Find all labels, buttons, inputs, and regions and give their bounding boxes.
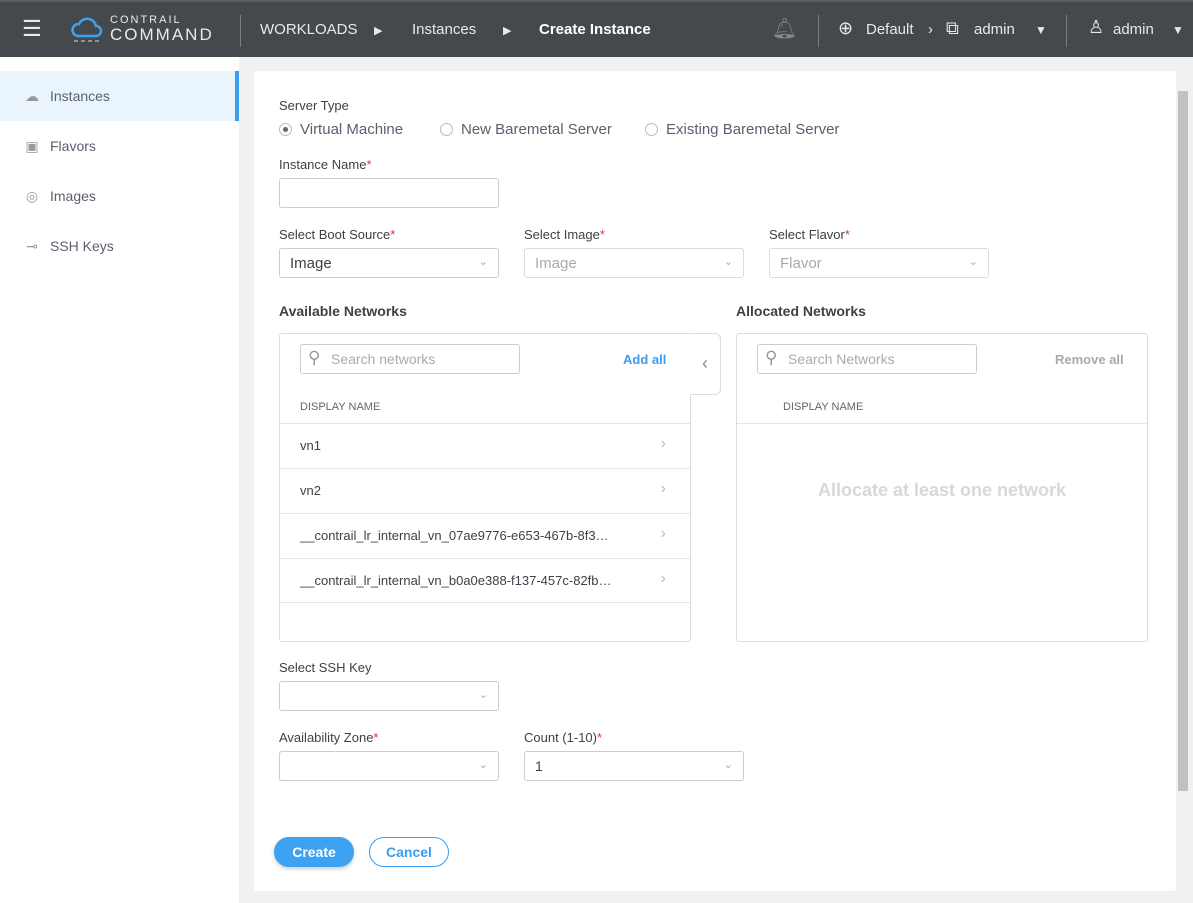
available-networks-search[interactable]: ⚲ Search networks bbox=[300, 344, 520, 374]
chevron-right-icon: › bbox=[660, 435, 666, 452]
key-icon: ⊸ bbox=[26, 238, 38, 254]
search-icon: ⚲ bbox=[308, 348, 321, 367]
breadcrumb-arrow-icon: ▶ bbox=[503, 25, 512, 37]
network-row[interactable]: vn2 › bbox=[280, 468, 690, 513]
flavor-icon: ▣ bbox=[25, 138, 39, 154]
radio-existing-baremetal[interactable]: Existing Baremetal Server bbox=[645, 121, 839, 138]
chevron-down-icon: ⌄ bbox=[478, 759, 488, 771]
availability-zone-select[interactable]: ⌄ bbox=[279, 751, 499, 781]
bell-icon[interactable]: 🔔︎ bbox=[772, 16, 797, 41]
chevron-down-icon: ⌄ bbox=[478, 256, 488, 268]
radio-new-baremetal[interactable]: New Baremetal Server bbox=[440, 121, 612, 138]
server-type-label: Server Type bbox=[279, 98, 349, 113]
chevron-left-icon[interactable]: ‹ bbox=[690, 333, 721, 395]
chevron-right-icon: › bbox=[660, 570, 666, 587]
cancel-button[interactable]: Cancel bbox=[369, 837, 449, 867]
count-label: Count (1-10)* bbox=[524, 730, 603, 745]
empty-state-text: Allocate at least one network bbox=[817, 480, 1067, 500]
allocated-networks-title: Allocated Networks bbox=[736, 303, 866, 319]
logo[interactable]: CONTRAIL COMMAND bbox=[70, 14, 212, 49]
search-icon: ⚲ bbox=[765, 348, 778, 367]
allocated-networks-panel: ⚲ Search Networks Remove all DISPLAY NAME… bbox=[736, 333, 1148, 642]
domain-icon: ⊕ bbox=[838, 18, 854, 38]
breadcrumb-current: Create Instance bbox=[539, 21, 651, 38]
user-icon: ♙ bbox=[1088, 17, 1105, 37]
radio-virtual-machine[interactable]: Virtual Machine bbox=[279, 121, 403, 138]
flavor-select[interactable]: Flavor ⌄ bbox=[769, 248, 989, 278]
cloud-icon bbox=[71, 17, 103, 42]
chevron-down-icon: ⌄ bbox=[478, 689, 488, 701]
chevron-right-icon: › bbox=[660, 525, 666, 542]
instance-name-input[interactable] bbox=[279, 178, 499, 208]
available-networks-panel: ⚲ Search networks Add all DISPLAY NAME vn… bbox=[279, 333, 691, 642]
create-button[interactable]: Create bbox=[274, 837, 354, 867]
image-select[interactable]: Image ⌄ bbox=[524, 248, 744, 278]
instance-name-label: Instance Name* bbox=[279, 157, 372, 172]
user-menu[interactable]: admin bbox=[1113, 21, 1154, 38]
ssh-key-label: Select SSH Key bbox=[279, 660, 372, 675]
network-row[interactable]: __contrail_lr_internal_vn_07ae9776-e653-… bbox=[280, 513, 690, 558]
sidebar-item-flavors[interactable]: ▣ Flavors bbox=[0, 121, 239, 171]
menu-icon[interactable]: ☰ bbox=[22, 16, 42, 42]
add-all-button[interactable]: Add all bbox=[623, 352, 666, 367]
allocated-networks-search[interactable]: ⚲ Search Networks bbox=[757, 344, 977, 374]
boot-source-select[interactable]: Image ⌄ bbox=[279, 248, 499, 278]
sidebar-item-images[interactable]: ◎ Images bbox=[0, 171, 239, 221]
top-bar: ☰ CONTRAIL COMMAND WORKLOADS ▶ Instances… bbox=[0, 0, 1193, 57]
image-label: Select Image* bbox=[524, 227, 605, 242]
sidebar: ☁ Instances ▣ Flavors ◎ Images ⊸ SSH Keys bbox=[0, 57, 239, 903]
domain-selector[interactable]: Default bbox=[866, 21, 914, 38]
project-selector[interactable]: admin bbox=[974, 21, 1015, 38]
breadcrumb-instances[interactable]: Instances bbox=[412, 21, 476, 38]
flavor-label: Select Flavor* bbox=[769, 227, 850, 242]
disc-icon: ◎ bbox=[25, 188, 39, 204]
boot-source-label: Select Boot Source* bbox=[279, 227, 396, 242]
project-icon: ⧉ bbox=[946, 18, 959, 38]
chevron-down-icon[interactable]: ▼ bbox=[1035, 23, 1047, 37]
scrollbar[interactable] bbox=[1176, 71, 1190, 816]
breadcrumb-arrow-icon: ▶ bbox=[374, 25, 383, 37]
column-header-display-name: DISPLAY NAME bbox=[783, 401, 864, 413]
chevron-down-icon: ⌄ bbox=[968, 256, 978, 268]
chevron-down-icon: ⌄ bbox=[723, 256, 733, 268]
chevron-right-icon: › bbox=[928, 21, 933, 38]
ssh-key-select[interactable]: ⌄ bbox=[279, 681, 499, 711]
sidebar-item-instances[interactable]: ☁ Instances bbox=[0, 71, 239, 121]
instances-icon: ☁ bbox=[25, 88, 39, 104]
breadcrumb-workloads[interactable]: WORKLOADS bbox=[260, 21, 358, 38]
chevron-down-icon[interactable]: ▼ bbox=[1172, 23, 1184, 37]
network-row[interactable]: vn1 › bbox=[280, 423, 690, 468]
availability-zone-label: Availability Zone* bbox=[279, 730, 379, 745]
network-row[interactable]: __contrail_lr_internal_vn_b0a0e388-f137-… bbox=[280, 558, 690, 603]
remove-all-button[interactable]: Remove all bbox=[1055, 352, 1124, 367]
scrollbar-thumb[interactable] bbox=[1178, 91, 1188, 791]
sidebar-item-ssh-keys[interactable]: ⊸ SSH Keys bbox=[0, 221, 239, 271]
available-networks-title: Available Networks bbox=[279, 303, 407, 319]
column-header-display-name: DISPLAY NAME bbox=[300, 401, 381, 413]
chevron-right-icon: › bbox=[660, 480, 666, 497]
chevron-down-icon: ⌄ bbox=[723, 759, 733, 771]
count-select[interactable]: 1 ⌄ bbox=[524, 751, 744, 781]
